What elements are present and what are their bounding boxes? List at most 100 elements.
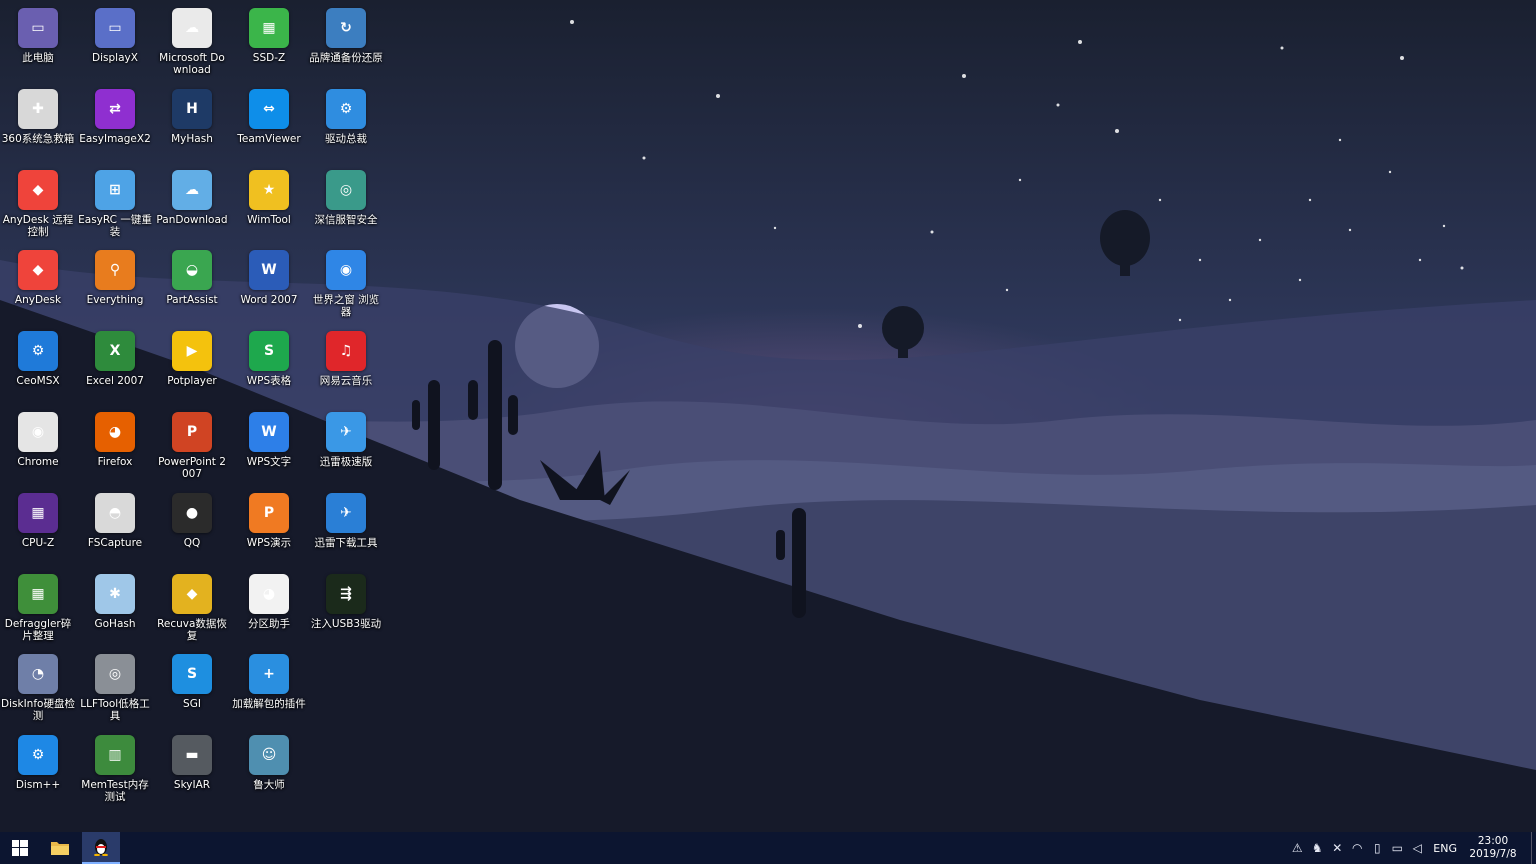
netease-music-icon: ♫ bbox=[326, 331, 366, 372]
dism-icon: ⚙ bbox=[18, 735, 58, 776]
desktop-shortcut-label: SGI bbox=[183, 698, 201, 711]
desktop-shortcut[interactable]: ▥ MemTest内存测试 bbox=[77, 729, 153, 803]
desktop-shortcut-label: GoHash bbox=[94, 617, 136, 630]
desktop-shortcut[interactable]: S WPS表格 bbox=[231, 325, 307, 387]
desktop-shortcut-label: WPS演示 bbox=[246, 536, 292, 549]
desktop-shortcut[interactable]: ◆ AnyDesk bbox=[0, 244, 76, 306]
desktop-shortcut[interactable]: ◎ 深信服智安全 bbox=[308, 164, 384, 226]
desktop-shortcut[interactable]: S SGI bbox=[154, 648, 230, 710]
displayx-icon: ▭ bbox=[95, 8, 135, 48]
desktop-shortcut[interactable]: ⚙ CeoMSX bbox=[0, 325, 76, 387]
desktop-shortcut[interactable]: ↻ 品牌通备份还原 bbox=[308, 2, 384, 64]
security-tray-icon[interactable]: ♞ bbox=[1308, 832, 1326, 864]
desktop-shortcut[interactable]: ◕ 分区助手 bbox=[231, 568, 307, 630]
desktop-shortcut-label: 迅雷极速版 bbox=[319, 456, 373, 468]
network-tray-icon[interactable]: ⚠ bbox=[1288, 832, 1306, 864]
desktop-shortcut[interactable]: ◓ FSCapture bbox=[77, 487, 153, 549]
desktop-shortcut[interactable]: ⇄ EasyImageX2 bbox=[77, 83, 153, 145]
desktop-shortcut[interactable]: ▶ Potplayer bbox=[154, 325, 230, 387]
desktop-shortcut[interactable]: ⊞ EasyRC 一键重装 bbox=[77, 164, 153, 238]
desktop-shortcut[interactable]: ◉ 世界之窗 浏览器 bbox=[308, 244, 384, 318]
desktop-shortcut[interactable]: ✚ 360系统急救箱 bbox=[0, 83, 76, 145]
desktop-shortcut[interactable]: ◕ Firefox bbox=[77, 406, 153, 468]
desktop-shortcut[interactable]: ▦ CPU-Z bbox=[0, 487, 76, 549]
desktop-shortcut-label: Defraggler碎片整理 bbox=[4, 617, 72, 642]
desktop-shortcut[interactable]: ☁ PanDownload bbox=[154, 164, 230, 226]
first-aid-kit-icon: ✚ bbox=[18, 88, 58, 129]
sangfor-security-icon: ◎ bbox=[326, 169, 366, 210]
desktop-shortcut[interactable]: ✱ GoHash bbox=[77, 568, 153, 630]
desktop-shortcut[interactable]: W WPS文字 bbox=[231, 406, 307, 468]
ludashi-icon: ☺ bbox=[249, 735, 289, 776]
desktop-shortcut[interactable]: ☺ 鲁大师 bbox=[231, 729, 307, 791]
show-desktop-button[interactable] bbox=[1531, 832, 1536, 864]
volume-icon[interactable]: ◁ bbox=[1408, 832, 1426, 864]
desktop-shortcut[interactable]: ⚙ 驱动总裁 bbox=[308, 83, 384, 145]
desktop-shortcut-label: Dism++ bbox=[15, 779, 61, 792]
desktop-shortcut[interactable]: + 加载解包的插件 bbox=[231, 648, 307, 710]
desktop-shortcut[interactable]: ⚙ Dism++ bbox=[0, 729, 76, 791]
desktop-shortcut[interactable]: ⇔ TeamViewer bbox=[231, 83, 307, 145]
anydesk-icon: ◆ bbox=[18, 169, 58, 210]
llftool-icon: ◎ bbox=[95, 654, 135, 695]
desktop-shortcut[interactable]: X Excel 2007 bbox=[77, 325, 153, 387]
desktop-shortcut[interactable]: ♫ 网易云音乐 bbox=[308, 325, 384, 387]
chrome-icon: ◉ bbox=[18, 412, 58, 452]
desktop-shortcut[interactable]: ◎ LLFTool低格工具 bbox=[77, 648, 153, 722]
desktop-shortcut[interactable]: ✈ 迅雷极速版 bbox=[308, 406, 384, 468]
desktop-shortcut[interactable]: ☁ Microsoft Download bbox=[154, 2, 230, 76]
potplayer-icon: ▶ bbox=[172, 331, 212, 372]
wifi-icon[interactable]: ◠ bbox=[1348, 832, 1366, 864]
desktop-shortcut[interactable]: ◔ DiskInfo硬盘检测 bbox=[0, 648, 76, 722]
desktop-shortcut[interactable]: ⇶ 注入USB3驱动 bbox=[308, 568, 384, 630]
usb-tray-icon[interactable]: ▯ bbox=[1368, 832, 1386, 864]
clock[interactable]: 23:00 2019/7/8 bbox=[1467, 835, 1519, 861]
everything-icon: ⚲ bbox=[95, 250, 135, 291]
desktop-shortcut-label: TeamViewer bbox=[237, 132, 301, 145]
qq-taskbar-button[interactable] bbox=[82, 832, 120, 864]
desktop-shortcut[interactable]: P PowerPoint 2007 bbox=[154, 406, 230, 480]
this-pc-icon: ▭ bbox=[18, 8, 58, 48]
x-tray-icon[interactable]: ✕ bbox=[1328, 832, 1346, 864]
start-button[interactable] bbox=[0, 832, 40, 864]
partition-assistant-icon: ◕ bbox=[249, 573, 289, 614]
desktop-shortcut[interactable]: ▭ DisplayX bbox=[77, 2, 153, 64]
desktop-shortcut-label: 迅雷下载工具 bbox=[314, 536, 378, 549]
desktop-shortcut[interactable]: H MyHash bbox=[154, 83, 230, 145]
desktop-shortcut-label: PanDownload bbox=[156, 213, 228, 226]
file-explorer-button[interactable] bbox=[40, 832, 80, 864]
desktop-icon-grid: ▭ 此电脑 ✚ 360系统急救箱 ◆ AnyDesk 远程控制 ◆ AnyDesk ⚙ CeoMS… bbox=[0, 0, 1536, 832]
battery-icon[interactable]: ▭ bbox=[1388, 832, 1406, 864]
desktop-shortcut[interactable]: ◆ Recuva数据恢复 bbox=[154, 568, 230, 642]
desktop-shortcut-label: DisplayX bbox=[92, 52, 138, 64]
system-tray: ⚠ ♞ ✕ ◠ ▯ ▭ ◁ ENG 23:00 2019/7/8 bbox=[1287, 832, 1536, 864]
desktop-shortcut[interactable]: ⚲ Everything bbox=[77, 244, 153, 306]
desktop-shortcut-label: 深信服智安全 bbox=[314, 213, 378, 226]
desktop-shortcut[interactable]: P WPS演示 bbox=[231, 487, 307, 549]
desktop-shortcut[interactable]: ▦ SSD-Z bbox=[231, 2, 307, 64]
windows-logo-icon bbox=[12, 840, 28, 856]
desktop-shortcut-label: AnyDesk bbox=[14, 294, 62, 307]
desktop-shortcut[interactable]: ▦ Defraggler碎片整理 bbox=[0, 568, 76, 642]
wps-spreadsheet-icon: S bbox=[249, 331, 289, 372]
easyrc-icon: ⊞ bbox=[95, 169, 135, 210]
desktop-shortcut-label: Recuva数据恢复 bbox=[157, 617, 227, 642]
desktop-shortcut[interactable]: ◆ AnyDesk 远程控制 bbox=[0, 164, 76, 238]
desktop-shortcut-label: Excel 2007 bbox=[86, 375, 144, 388]
desktop-shortcut[interactable]: ✈ 迅雷下载工具 bbox=[308, 487, 384, 549]
ceomsx-icon: ⚙ bbox=[18, 331, 58, 372]
desktop-shortcut[interactable]: ◉ Chrome bbox=[0, 406, 76, 468]
desktop-shortcut[interactable]: ★ WimTool bbox=[231, 164, 307, 226]
desktop-shortcut-label: 此电脑 bbox=[22, 52, 54, 64]
input-language-indicator[interactable]: ENG bbox=[1433, 842, 1457, 855]
desktop-shortcut-label: Word 2007 bbox=[240, 294, 298, 307]
desktop-shortcut[interactable]: ◒ PartAssist bbox=[154, 244, 230, 306]
partassist-icon: ◒ bbox=[172, 250, 212, 291]
desktop-shortcut[interactable]: W Word 2007 bbox=[231, 244, 307, 306]
driver-tool-icon: ⚙ bbox=[326, 88, 366, 129]
desktop-shortcut[interactable]: ▭ 此电脑 bbox=[0, 2, 76, 64]
desktop-shortcut[interactable]: ● QQ bbox=[154, 487, 230, 549]
memtest-icon: ▥ bbox=[95, 735, 135, 776]
desktop-shortcut[interactable]: ▬ SkyIAR bbox=[154, 729, 230, 791]
firefox-icon: ◕ bbox=[95, 412, 135, 452]
